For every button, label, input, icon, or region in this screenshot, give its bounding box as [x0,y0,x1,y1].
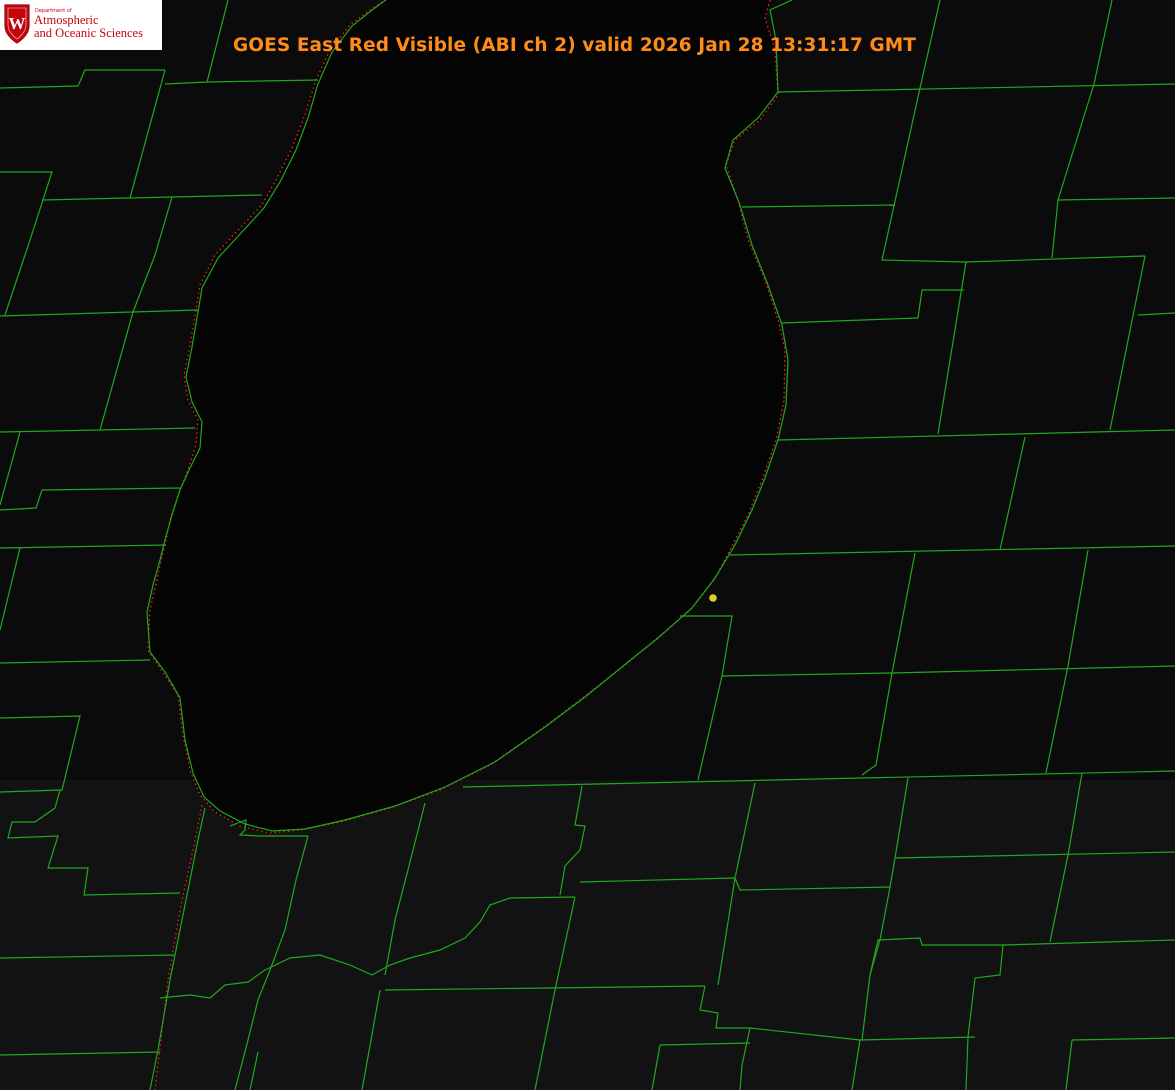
crest-icon: W [4,4,30,44]
satellite-map [0,0,1175,1090]
logo-line-2: and Oceanic Sciences [34,26,143,40]
crest-letter: W [9,14,26,33]
station-marker [709,594,717,602]
uw-aos-logo[interactable]: W Department of Atmospheric and Oceanic … [0,0,162,50]
logo-line-1: Atmospheric [34,13,99,27]
image-title: GOES East Red Visible (ABI ch 2) valid 2… [233,35,916,56]
land-texture-south [0,780,1175,1090]
